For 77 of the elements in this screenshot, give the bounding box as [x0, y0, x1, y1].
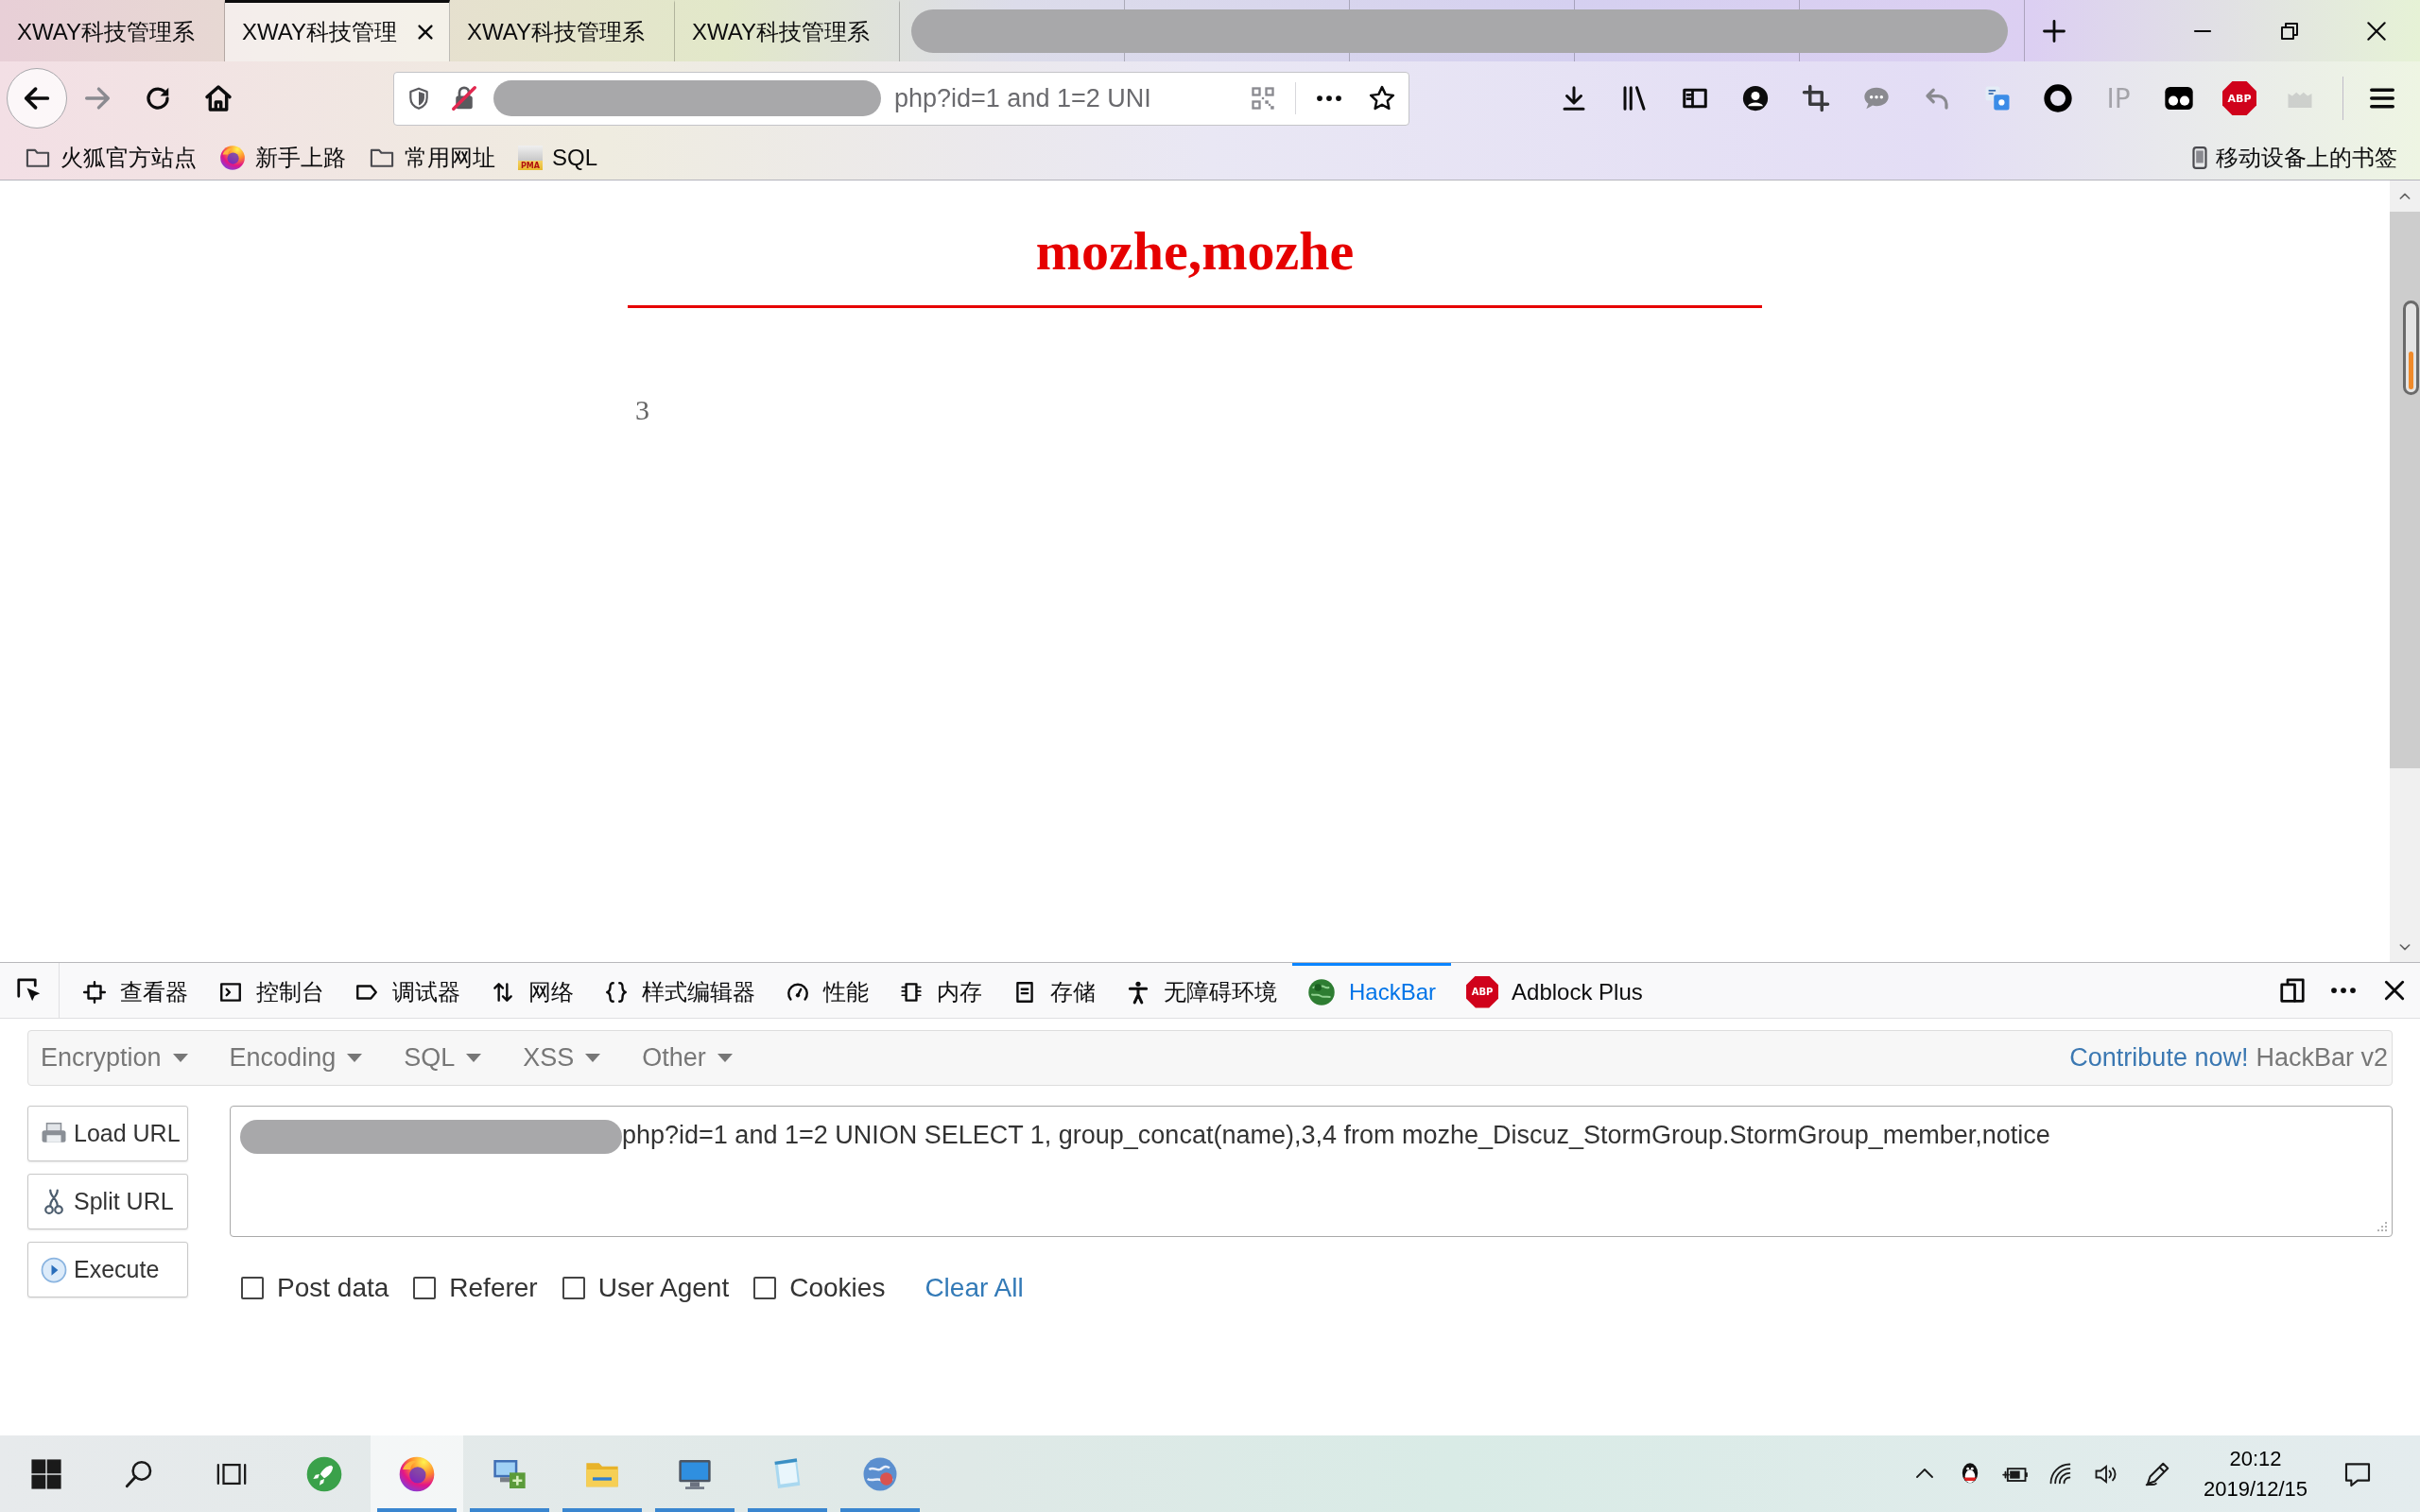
clock-date: 2019/12/15 — [2203, 1475, 2308, 1503]
inspector-icon — [82, 979, 107, 1005]
hackbar-button[interactable]: Execute — [27, 1242, 188, 1297]
checkbox-label[interactable]: Post data — [277, 1273, 389, 1303]
star-icon[interactable] — [1368, 84, 1396, 112]
bookmark-item[interactable]: 新手上路 — [219, 142, 346, 173]
browser-tab[interactable]: XWAY科技管理 — [225, 0, 450, 61]
taskbar-app-button[interactable] — [371, 1435, 463, 1512]
adblock-logo: ABP — [1466, 975, 1499, 1008]
accessibility-icon — [1126, 979, 1150, 1005]
caret-down-icon — [466, 1054, 482, 1062]
resize-grip-icon[interactable] — [2377, 1221, 2388, 1232]
clock-time: 20:12 — [2229, 1445, 2282, 1472]
hackbar-button[interactable]: Load URL — [27, 1106, 188, 1161]
devtools-tab[interactable]: 网络 — [475, 963, 589, 1018]
account-icon[interactable] — [1741, 84, 1770, 112]
caret-down-icon — [717, 1054, 733, 1062]
checkbox-label[interactable]: User Agent — [597, 1273, 730, 1303]
globe-logo-icon — [1307, 977, 1336, 1006]
scrollbar[interactable] — [2390, 180, 2420, 962]
devtools-tab[interactable]: 查看器 — [67, 963, 203, 1018]
windows-logo-icon[interactable] — [30, 1457, 62, 1490]
checkbox-label[interactable]: Cookies — [789, 1273, 886, 1303]
result-text: 3 — [635, 393, 649, 427]
shield-icon[interactable] — [406, 86, 431, 111]
firefox-logo-icon — [398, 1454, 436, 1493]
dock-icon[interactable] — [2278, 976, 2307, 1005]
close-icon[interactable] — [415, 22, 436, 43]
version-label: HackBar v2 — [2256, 1043, 2388, 1073]
adblock-button[interactable]: ABP — [2222, 81, 2256, 115]
page-title: mozhe,mozhe — [1035, 219, 1355, 284]
devtools-tab[interactable]: 内存 — [884, 963, 997, 1018]
crop-icon[interactable] — [1802, 84, 1830, 112]
checkbox[interactable] — [241, 1277, 264, 1299]
reload-icon[interactable] — [144, 84, 172, 112]
scrollbar-thumb[interactable] — [2390, 212, 2420, 768]
play-circle-icon — [40, 1255, 68, 1284]
devtools-tab[interactable]: 控制台 — [203, 963, 339, 1018]
menu-dropdown[interactable]: Other — [630, 1043, 745, 1073]
close-icon[interactable] — [2382, 978, 2407, 1003]
checkbox[interactable] — [753, 1277, 777, 1299]
url-field[interactable]: php?id=1 and 1=2 UNI — [894, 83, 1151, 113]
bookmark-item[interactable]: 常用网址 — [369, 142, 495, 173]
devtools-tab[interactable]: 无障碍环境 — [1111, 963, 1292, 1018]
rocket-icon — [305, 1454, 343, 1493]
caret-down-icon — [585, 1054, 601, 1062]
hackbar-button[interactable]: Split URL — [27, 1174, 188, 1229]
translate-icon[interactable] — [1983, 84, 2012, 112]
ring-icon[interactable] — [2043, 83, 2073, 113]
menu-dropdown[interactable]: XSS — [510, 1043, 614, 1073]
firefox-logo-icon — [219, 144, 246, 171]
menu-dropdown[interactable]: Encryption — [28, 1043, 200, 1073]
devtools-tab[interactable]: 调试器 — [339, 963, 475, 1018]
plus-icon[interactable] — [2041, 17, 2067, 44]
url-textarea[interactable]: php?id=1 and 1=2 UNION SELECT 1, group_concat(name),3,4 from mozhe_Discuz_StormGroup.StormGroup_member,notice — [230, 1106, 2393, 1237]
devtools-tab[interactable]: 存储 — [997, 963, 1111, 1018]
braces-icon — [604, 979, 629, 1005]
menu-dropdown[interactable]: Encoding — [216, 1043, 375, 1073]
devtools-tab[interactable]: 样式编辑器 — [589, 963, 770, 1018]
contribute-link[interactable]: Contribute now! — [2069, 1043, 2249, 1073]
pma-logo: PMA — [518, 145, 543, 170]
home-icon[interactable] — [203, 83, 233, 113]
clear-all-link[interactable]: Clear All — [925, 1273, 1024, 1303]
lock-icon[interactable] — [450, 84, 478, 112]
devtools-tab[interactable]: ABP Adblock Plus — [1451, 963, 1658, 1018]
devtools-tab[interactable]: 性能 — [770, 963, 884, 1018]
bookmark-item[interactable]: 火狐官方站点 — [25, 142, 197, 173]
menu-dropdown[interactable]: SQL — [391, 1043, 494, 1073]
checkbox[interactable] — [562, 1277, 585, 1299]
clock[interactable]: 20:12 2019/12/15 — [2186, 1443, 2325, 1504]
checkbox[interactable] — [413, 1277, 437, 1299]
qr-code-icon[interactable] — [1250, 85, 1276, 112]
bookmark-item[interactable]: PMA SQL — [518, 144, 598, 171]
caret-down-icon — [172, 1054, 188, 1062]
bookmark-item[interactable]: 移动设备上的书签 — [2187, 142, 2397, 173]
checkbox-label[interactable]: Referer — [449, 1273, 538, 1303]
caret-down-icon — [347, 1054, 363, 1062]
